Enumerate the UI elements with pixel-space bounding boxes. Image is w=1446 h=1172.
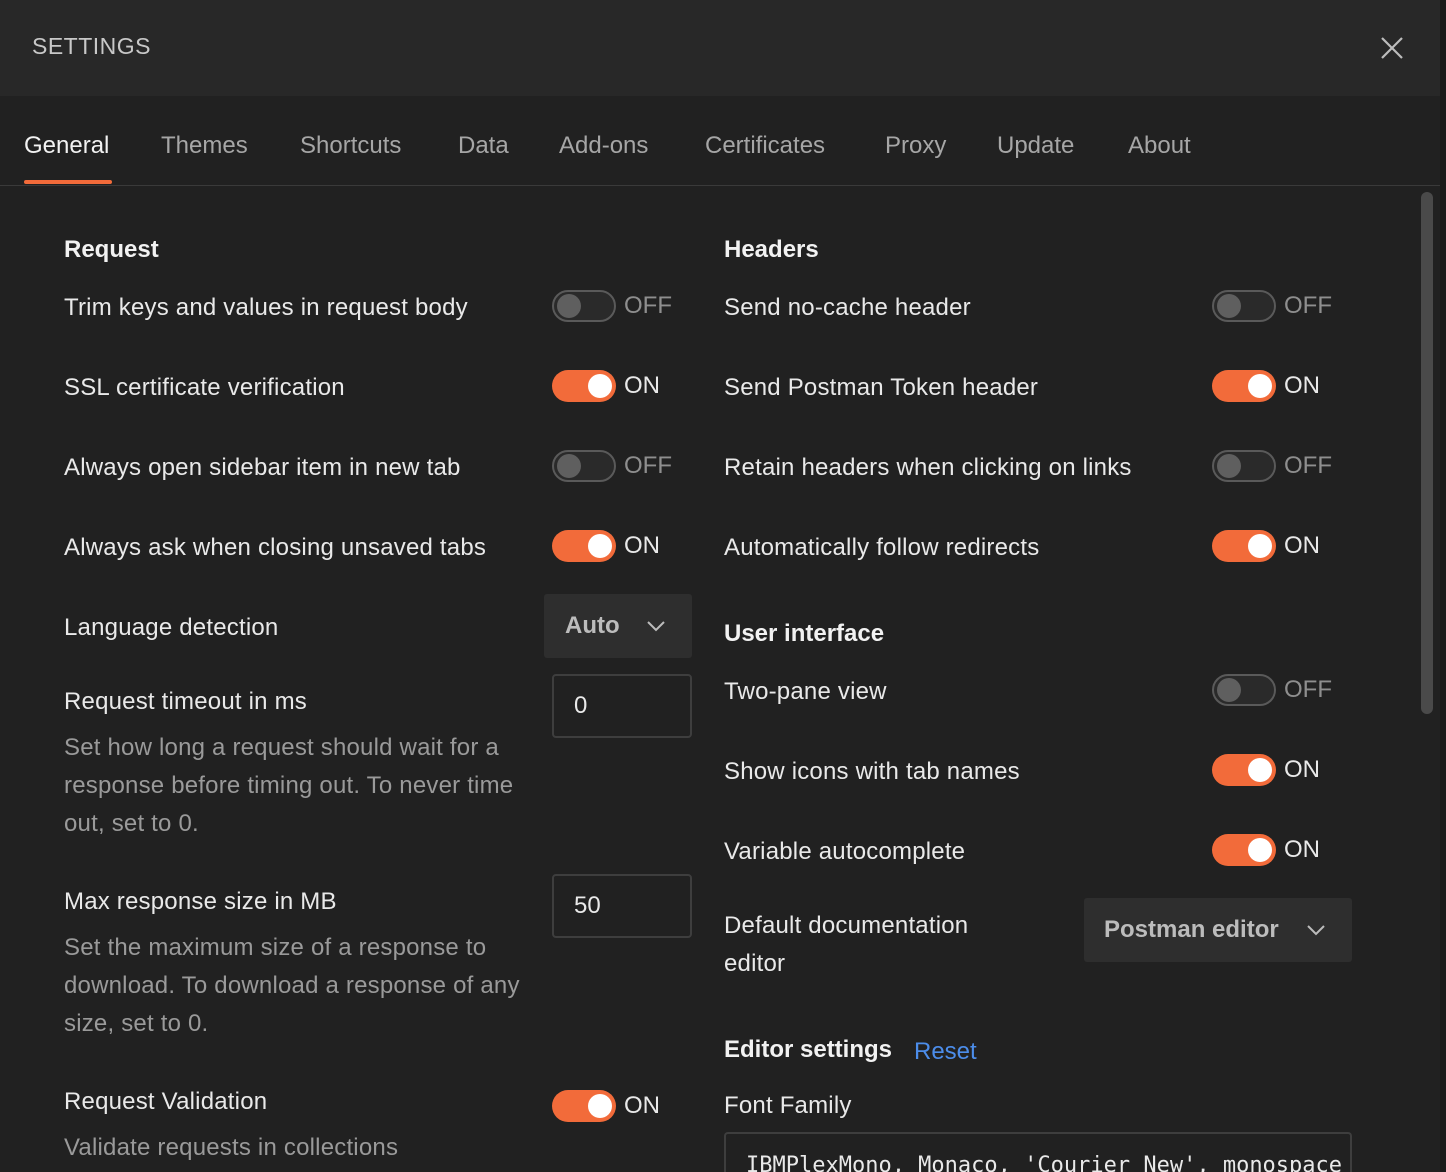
tab-icons-toggle[interactable] [1212,754,1276,786]
toggle-knob [1217,678,1241,702]
open-sidebar-label: Always open sidebar item in new tab [64,454,461,481]
doc-editor-select[interactable]: Postman editor [1084,898,1352,962]
headers-heading: Headers [724,236,819,263]
doc-editor-label: Default documentation editor [724,912,969,977]
retain-headers-label: Retain headers when clicking on links [724,454,1132,481]
toggle-knob [588,374,612,398]
retain-headers-state: OFF [1284,452,1332,479]
window-edge [1440,0,1446,1172]
tab-general[interactable]: General [24,132,109,160]
ssl-verification-label: SSL certificate verification [64,374,345,401]
request-validation-state: ON [624,1092,660,1119]
toggle-knob [588,1094,612,1118]
timeout-input[interactable] [552,674,692,738]
postman-token-label: Send Postman Token header [724,374,1039,401]
toggle-knob [1217,454,1241,478]
no-cache-state: OFF [1284,292,1332,319]
request-validation-toggle[interactable] [552,1090,616,1122]
toggle-knob [557,454,581,478]
reset-link[interactable]: Reset [914,1038,977,1066]
tab-add-ons[interactable]: Add-ons [559,132,648,160]
request-heading: Request [64,236,159,263]
tab-update[interactable]: Update [997,132,1074,160]
no-cache-toggle[interactable] [1212,290,1276,322]
postman-token-toggle[interactable] [1212,370,1276,402]
max-response-input[interactable] [552,874,692,938]
close-icon [1381,37,1403,59]
language-detection-label: Language detection [64,614,279,641]
toggle-knob [557,294,581,318]
language-detection-value: Auto [565,612,620,639]
max-response-label: Max response size in MB [64,888,337,915]
toggle-knob [1248,374,1272,398]
font-family-input[interactable] [724,1132,1352,1172]
ask-closing-state: ON [624,532,660,559]
max-response-description: Set the maximum size of a response to do… [64,934,520,1037]
toggle-knob [1248,838,1272,862]
tab-proxy[interactable]: Proxy [885,132,946,160]
chevron-down-icon [647,621,665,632]
tab-themes[interactable]: Themes [161,132,248,160]
variable-autocomplete-label: Variable autocomplete [724,838,966,865]
doc-editor-value: Postman editor [1104,916,1279,943]
follow-redirects-label: Automatically follow redirects [724,534,1040,561]
variable-autocomplete-toggle[interactable] [1212,834,1276,866]
ssl-verification-state: ON [624,372,660,399]
settings-tabs: General Themes Shortcuts Data Add-ons Ce… [0,96,1440,186]
tab-shortcuts[interactable]: Shortcuts [300,132,401,160]
font-family-label: Font Family [724,1092,852,1119]
two-pane-state: OFF [1284,676,1332,703]
retain-headers-toggle[interactable] [1212,450,1276,482]
trim-keys-label: Trim keys and values in request body [64,294,468,321]
variable-autocomplete-state: ON [1284,836,1320,863]
toggle-knob [1217,294,1241,318]
follow-redirects-toggle[interactable] [1212,530,1276,562]
tab-data[interactable]: Data [458,132,509,160]
toggle-knob [1248,534,1272,558]
window-title: SETTINGS [32,33,152,59]
active-tab-indicator [24,180,112,184]
trim-keys-state: OFF [624,292,672,319]
ask-closing-toggle[interactable] [552,530,616,562]
two-pane-label: Two-pane view [724,678,887,705]
request-validation-description: Validate requests in collections [64,1134,399,1161]
close-button[interactable] [1376,32,1408,64]
open-sidebar-state: OFF [624,452,672,479]
trim-keys-toggle[interactable] [552,290,616,322]
follow-redirects-state: ON [1284,532,1320,559]
ask-closing-label: Always ask when closing unsaved tabs [64,534,487,561]
open-sidebar-toggle[interactable] [552,450,616,482]
tab-about[interactable]: About [1128,132,1191,160]
no-cache-label: Send no-cache header [724,294,971,321]
timeout-description: Set how long a request should wait for a… [64,734,514,837]
tab-icons-state: ON [1284,756,1320,783]
toggle-knob [1248,758,1272,782]
user-interface-heading: User interface [724,620,885,647]
request-validation-label: Request Validation [64,1088,268,1115]
tab-certificates[interactable]: Certificates [705,132,825,160]
two-pane-toggle[interactable] [1212,674,1276,706]
scrollbar[interactable] [1421,192,1433,714]
ssl-verification-toggle[interactable] [552,370,616,402]
timeout-label: Request timeout in ms [64,688,307,715]
language-detection-select[interactable]: Auto [544,594,692,658]
toggle-knob [588,534,612,558]
chevron-down-icon [1307,925,1325,936]
tab-icons-label: Show icons with tab names [724,758,1020,785]
title-bar: SETTINGS [0,0,1440,96]
postman-token-state: ON [1284,372,1320,399]
editor-settings-heading: Editor settings [724,1036,893,1063]
